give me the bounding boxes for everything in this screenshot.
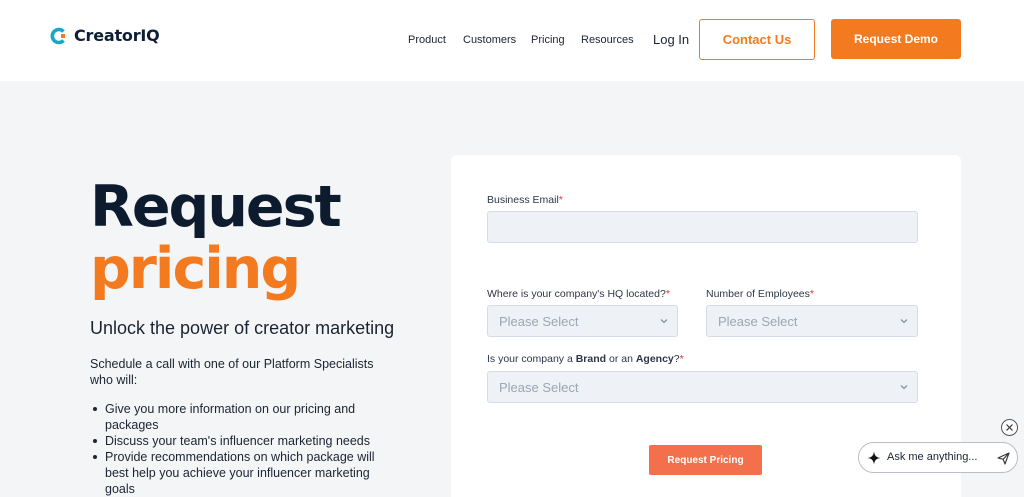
benefits-list: Give you more information on our pricing… — [93, 401, 395, 497]
chat-close-button[interactable] — [1001, 419, 1018, 436]
email-label: Business Email* — [487, 194, 563, 206]
login-link[interactable]: Log In — [653, 32, 689, 47]
required-mark: * — [558, 194, 563, 206]
type-label-agency: Agency — [635, 353, 674, 365]
email-label-text: Business Email — [487, 194, 559, 206]
employees-select-value: Please Select — [718, 313, 798, 329]
hq-select-value: Please Select — [499, 313, 579, 329]
creatoriq-logo-icon — [50, 27, 65, 44]
list-item: Give you more information on our pricing… — [93, 401, 395, 433]
title-line-request: Request — [90, 174, 342, 240]
chat-placeholder: Ask me anything... — [887, 451, 978, 463]
page-title: Request pricing — [90, 174, 342, 302]
logo-text: CreatorIQ — [74, 26, 160, 45]
send-icon[interactable] — [997, 452, 1010, 465]
request-pricing-button[interactable]: Request Pricing — [649, 445, 762, 475]
type-label-or: or an — [606, 353, 636, 365]
chevron-down-icon — [900, 385, 908, 390]
type-label-prefix: Is your company a — [487, 353, 576, 365]
request-demo-button[interactable]: Request Demo — [831, 19, 961, 59]
site-header: CreatorIQ Product Customers Pricing Reso… — [0, 0, 1024, 81]
hq-select[interactable]: Please Select — [487, 305, 678, 337]
hero-subtitle: Unlock the power of creator marketing — [90, 318, 395, 338]
required-mark: * — [809, 288, 814, 300]
required-mark: * — [679, 353, 684, 365]
title-line-pricing: pricing — [90, 236, 301, 302]
type-label-brand: Brand — [575, 353, 607, 365]
hq-label-text: Where is your company's HQ located? — [487, 288, 666, 300]
contact-us-button[interactable]: Contact Us — [699, 19, 815, 60]
email-field[interactable] — [487, 211, 918, 243]
list-item: Discuss your team's influencer marketing… — [93, 433, 395, 449]
chevron-down-icon — [900, 319, 908, 324]
hero-intro: Schedule a call with one of our Platform… — [90, 357, 374, 387]
employees-select[interactable]: Please Select — [706, 305, 918, 337]
nav-product[interactable]: Product — [408, 34, 446, 46]
employees-label: Number of Employees* — [706, 288, 814, 300]
employees-label-text: Number of Employees — [706, 288, 810, 300]
close-icon — [1006, 424, 1013, 431]
company-type-select-value: Please Select — [499, 379, 579, 395]
required-mark: * — [665, 288, 670, 300]
company-type-select[interactable]: Please Select — [487, 371, 918, 403]
nav-resources[interactable]: Resources — [581, 34, 634, 46]
chevron-down-icon — [660, 319, 668, 324]
sparkle-icon — [867, 451, 881, 465]
logo[interactable]: CreatorIQ — [50, 26, 160, 45]
chat-input[interactable]: Ask me anything... — [858, 442, 1018, 473]
company-type-label: Is your company a Brand or an Agency?* — [487, 353, 684, 365]
nav-pricing[interactable]: Pricing — [531, 34, 565, 46]
hq-label: Where is your company's HQ located?* — [487, 288, 670, 300]
list-item: Provide recommendations on which package… — [93, 449, 395, 497]
nav-customers[interactable]: Customers — [463, 34, 516, 46]
